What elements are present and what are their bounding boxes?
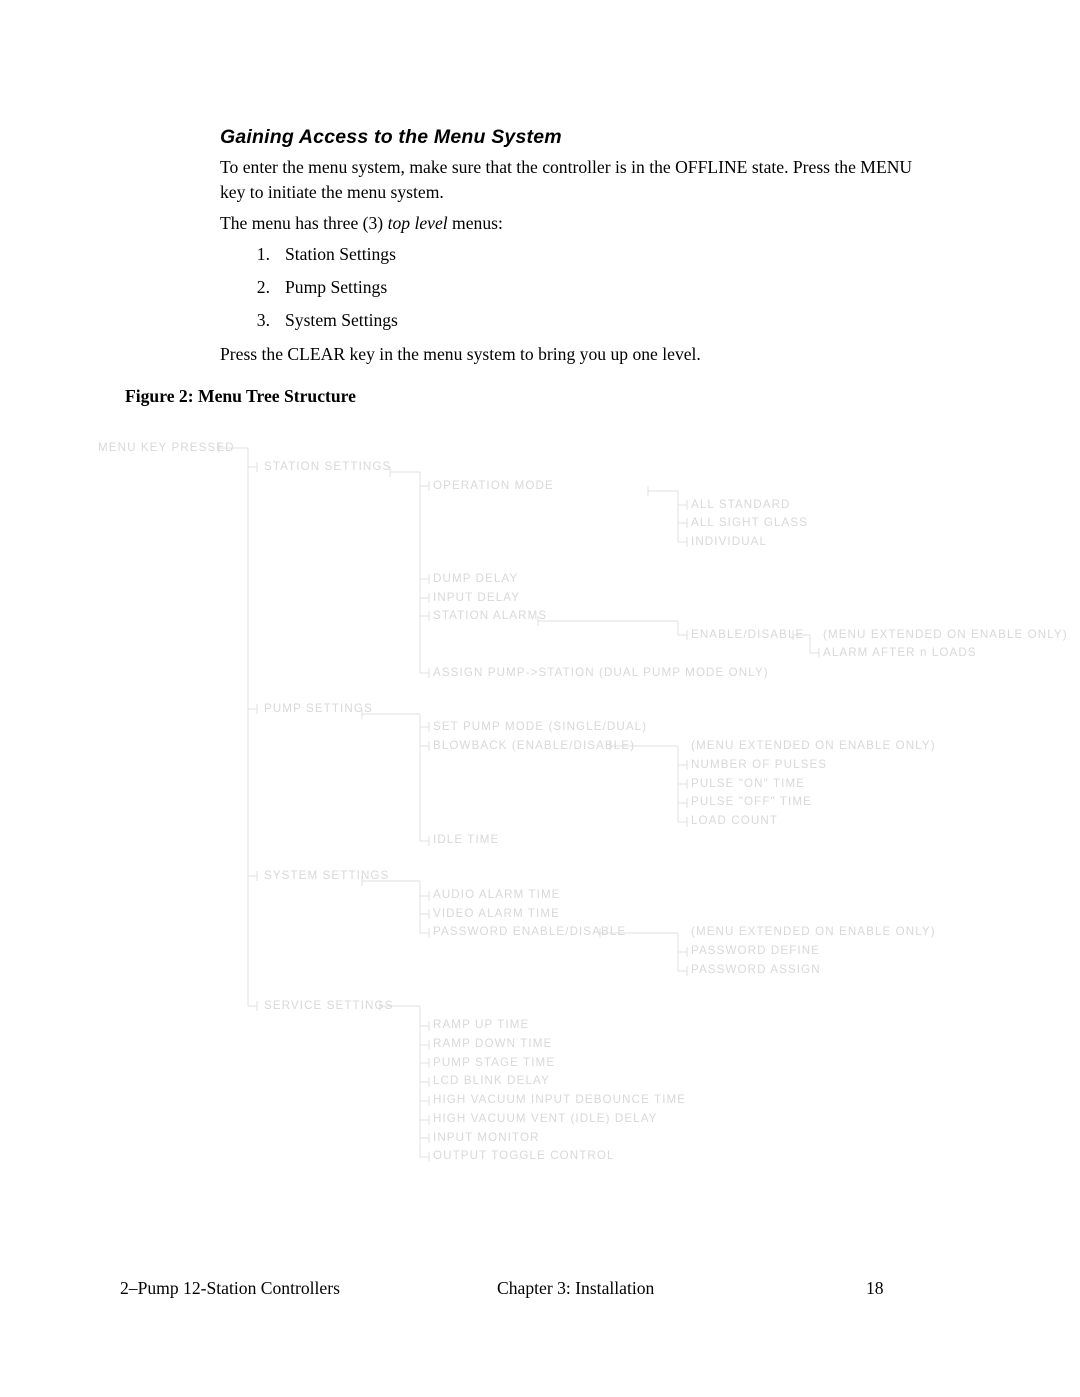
tree-node-menu-extended-blowback: (MENU EXTENDED ON ENABLE ONLY) <box>691 739 936 752</box>
tree-node-audio-alarm-time: AUDIO ALARM TIME <box>433 888 561 901</box>
list-item: 3. System Settings <box>240 308 840 341</box>
tree-node-password-enable-disable: PASSWORD ENABLE/DISABLE <box>433 925 627 938</box>
tree-node-ramp-up-time: RAMP UP TIME <box>433 1018 530 1031</box>
tree-node-dump-delay: DUMP DELAY <box>433 572 519 585</box>
tree-node-station-settings: STATION SETTINGS <box>264 460 392 473</box>
tree-node-pulse-off-time: PULSE "OFF" TIME <box>691 795 812 808</box>
list-item-label: Pump Settings <box>285 277 388 297</box>
tree-node-menu-extended-alarms: (MENU EXTENDED ON ENABLE ONLY) <box>823 628 1068 641</box>
tree-node-blowback: BLOWBACK (ENABLE/DISABLE) <box>433 739 636 752</box>
tree-node-load-count: LOAD COUNT <box>691 814 779 827</box>
top-level-menus-paragraph: The menu has three (3) top level menus: <box>220 211 940 236</box>
tree-node-lcd-blink-delay: LCD BLINK DELAY <box>433 1074 550 1087</box>
tree-node-all-standard: ALL STANDARD <box>691 498 791 511</box>
menu-tree-figure: MENU KEY PRESSED STATION SETTINGS OPERAT… <box>0 430 1080 1190</box>
tree-node-number-of-pulses: NUMBER OF PULSES <box>691 758 828 771</box>
tree-node-idle-time: IDLE TIME <box>433 833 500 846</box>
tree-node-alarm-after-n-loads: ALARM AFTER n LOADS <box>823 646 977 659</box>
top-level-menu-list: 1. Station Settings 2. Pump Settings 3. … <box>240 242 840 341</box>
list-item: 2. Pump Settings <box>240 275 840 308</box>
list-item-label: System Settings <box>285 310 398 330</box>
tree-node-menu-key-pressed: MENU KEY PRESSED <box>98 441 235 454</box>
tree-node-set-pump-mode: SET PUMP MODE (SINGLE/DUAL) <box>433 720 648 733</box>
tree-node-ramp-down-time: RAMP DOWN TIME <box>433 1037 553 1050</box>
tree-node-input-monitor: INPUT MONITOR <box>433 1131 540 1144</box>
tree-node-menu-extended-password: (MENU EXTENDED ON ENABLE ONLY) <box>691 925 936 938</box>
page-footer: 2–Pump 12-Station Controllers Chapter 3:… <box>0 1278 1080 1308</box>
tree-node-service-settings: SERVICE SETTINGS <box>264 999 394 1012</box>
tree-node-pump-stage-time: PUMP STAGE TIME <box>433 1056 556 1069</box>
tree-node-password-define: PASSWORD DEFINE <box>691 944 821 957</box>
document-page: Gaining Access to the Menu System To ent… <box>0 0 1080 1397</box>
intro-paragraph: To enter the menu system, make sure that… <box>220 157 913 202</box>
tree-node-assign-pump-station: ASSIGN PUMP->STATION (DUAL PUMP MODE ONL… <box>433 666 769 679</box>
tree-node-system-settings: SYSTEM SETTINGS <box>264 869 390 882</box>
figure-caption: Figure 2: Menu Tree Structure <box>125 386 356 406</box>
tree-node-output-toggle-control: OUTPUT TOGGLE CONTROL <box>433 1149 615 1162</box>
tree-node-operation-mode: OPERATION MODE <box>433 479 554 492</box>
page-title: Gaining Access to the Menu System <box>220 126 562 148</box>
list-item-number: 1. <box>256 244 270 264</box>
footer-chapter: Chapter 3: Installation <box>497 1278 655 1298</box>
three-menus-italic: top level <box>387 213 448 233</box>
tree-node-hv-input-debounce-time: HIGH VACUUM INPUT DEBOUNCE TIME <box>433 1093 687 1106</box>
tree-node-input-delay: INPUT DELAY <box>433 591 521 604</box>
tree-node-enable-disable: ENABLE/DISABLE <box>691 628 805 641</box>
tree-node-station-alarms: STATION ALARMS <box>433 609 548 622</box>
list-item-label: Station Settings <box>285 244 396 264</box>
list-item-number: 2. <box>256 277 270 297</box>
clear-key-paragraph: Press the CLEAR key in the menu system t… <box>220 344 701 364</box>
footer-page-number: 18 <box>866 1278 884 1298</box>
list-item-number: 3. <box>256 310 270 330</box>
tree-node-video-alarm-time: VIDEO ALARM TIME <box>433 907 560 920</box>
footer-document-title: 2–Pump 12-Station Controllers <box>120 1278 340 1298</box>
three-menus-post: menus: <box>447 213 503 233</box>
tree-node-pulse-on-time: PULSE "ON" TIME <box>691 777 806 790</box>
tree-node-pump-settings: PUMP SETTINGS <box>264 702 373 715</box>
tree-node-password-assign: PASSWORD ASSIGN <box>691 963 821 976</box>
tree-node-individual: INDIVIDUAL <box>691 535 768 548</box>
tree-node-all-sight-glass: ALL SIGHT GLASS <box>691 516 809 529</box>
tree-node-hv-vent-idle-delay: HIGH VACUUM VENT (IDLE) DELAY <box>433 1112 658 1125</box>
list-item: 1. Station Settings <box>240 242 840 275</box>
three-menus-pre: The menu has three (3) <box>220 213 388 233</box>
